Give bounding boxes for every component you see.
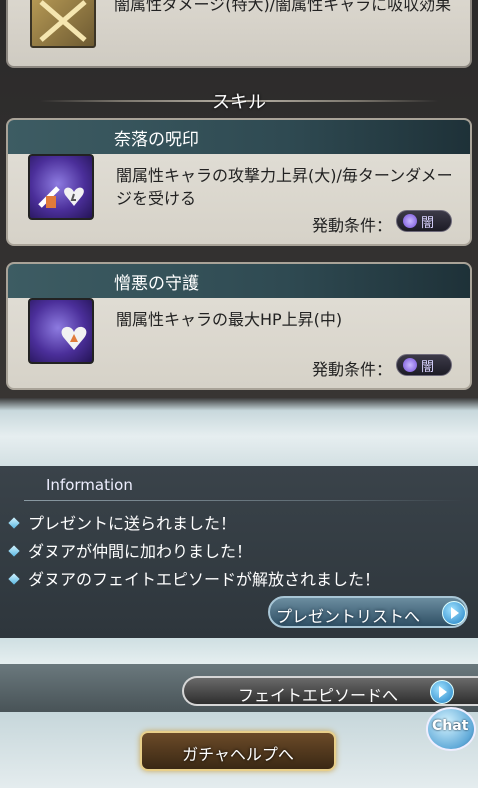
dark-element-badge: 闇 (396, 210, 452, 232)
present-list-button[interactable]: プレゼントリストへ (268, 596, 468, 628)
diamond-bullet-icon (8, 517, 20, 529)
summon-aura-text: 闇属性ダメージ(特大)/闇属性キャラに吸収効果 (114, 0, 452, 14)
information-item: ダヌアのフェイトエピソードが解放されました！ (8, 566, 380, 590)
divider-band (0, 398, 478, 468)
dark-element-icon (403, 358, 417, 372)
skill-condition-label: 発動条件： (311, 360, 392, 379)
chat-button[interactable]: Chat (426, 707, 476, 751)
information-title: Information (46, 476, 133, 494)
crossed-swords-icon (30, 0, 96, 48)
diamond-bullet-icon (8, 545, 20, 557)
gacha-help-button[interactable]: ガチャヘルプへ (140, 731, 336, 771)
dark-element-icon (403, 214, 417, 228)
skill-card: 奈落の呪印 闇属性キャラの攻撃力上昇(大)/毎ターンダメージを受ける 発動条件：… (6, 118, 472, 246)
diamond-bullet-icon (8, 573, 20, 585)
dark-element-badge: 闇 (396, 354, 452, 376)
skill-description: 闇属性キャラの攻撃力上昇(大)/毎ターンダメージを受ける (116, 166, 453, 208)
skill-name: 憎悪の守護 (114, 274, 199, 294)
fate-episode-button[interactable]: フェイトエピソードへ (182, 676, 478, 706)
skill-name: 奈落の呪印 (114, 130, 199, 150)
arrow-right-icon (430, 680, 454, 704)
information-item: ダヌアが仲間に加わりました！ (8, 538, 252, 562)
skill-card: 憎悪の守護 闇属性キャラの最大HP上昇(中) 発動条件： 闇 (6, 262, 472, 390)
curse-seal-icon (28, 154, 94, 220)
skills-section-label: スキル (212, 92, 266, 113)
skills-section-header: スキル (40, 88, 438, 114)
skill-description: 闇属性キャラの最大HP上昇(中) (116, 310, 343, 329)
arrow-right-icon (442, 601, 466, 625)
information-item: プレゼントに送られました！ (8, 510, 236, 534)
skill-condition-label: 発動条件： (311, 216, 392, 235)
heart-up-icon (28, 298, 94, 364)
